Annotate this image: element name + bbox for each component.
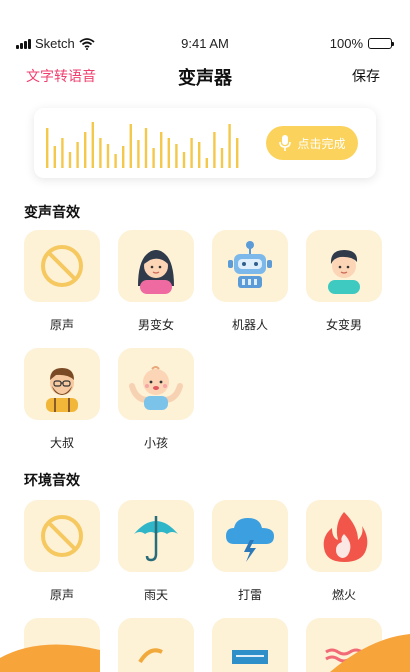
finish-recording-button[interactable]: 点击完成 — [266, 126, 358, 160]
effect-label: 大叔 — [49, 436, 74, 450]
baby-icon — [129, 366, 183, 410]
battery: 100% — [329, 36, 394, 51]
waveform-bar — [129, 124, 132, 168]
waveform-bar — [99, 138, 102, 168]
effect-tile-uncle[interactable]: 大叔 — [24, 348, 100, 451]
waveform-bar — [228, 124, 231, 168]
effect-tile-box — [24, 500, 100, 572]
waveform-bar — [220, 148, 224, 168]
robot-icon — [228, 241, 272, 288]
waveform-bar — [114, 154, 117, 168]
ambient-tile-fire[interactable]: 燃火 — [306, 500, 382, 603]
man-icon — [328, 250, 360, 294]
waveform-bar — [190, 138, 193, 168]
waveform-bar — [68, 152, 72, 168]
no-effect-icon — [41, 245, 83, 287]
effect-label: 机器人 — [231, 318, 268, 332]
waveform-bar — [144, 128, 148, 168]
effect-label: 小孩 — [143, 436, 168, 450]
waveform-bar — [122, 146, 125, 168]
effect-tile-box — [118, 500, 194, 572]
effect-tile-box — [118, 230, 194, 302]
recorder-card: 点击完成 — [34, 108, 376, 178]
effect-tile-female-to-male[interactable]: 女变男 — [306, 230, 382, 333]
ambient-tile-thunder[interactable]: 打雷 — [212, 500, 288, 603]
effect-tile-box — [306, 230, 382, 302]
waveform-bar — [205, 158, 208, 168]
voice-effects-heading: 变声音效 — [24, 204, 80, 220]
waveform-bar — [46, 128, 49, 168]
effect-label: 燃火 — [331, 588, 356, 602]
no-effect-icon — [41, 515, 83, 557]
page-title: 变声器 — [178, 68, 232, 88]
effect-label: 男变女 — [137, 318, 174, 332]
waveform-bar — [76, 142, 79, 168]
effect-tile-original[interactable]: 原声 — [24, 230, 100, 333]
ambient-tile-original[interactable]: 原声 — [24, 500, 100, 603]
uncle-icon — [46, 368, 78, 412]
bottom-wave-decoration — [0, 634, 410, 672]
fire-icon — [323, 512, 368, 562]
effect-label: 打雷 — [237, 588, 262, 602]
finish-recording-label: 点击完成 — [297, 136, 346, 151]
effect-tile-box — [118, 348, 194, 420]
microphone-icon — [279, 135, 292, 151]
effect-label: 女变男 — [325, 318, 362, 332]
status-bar: Sketch 9:41 AM 100% — [0, 0, 410, 51]
waveform-bar — [236, 138, 239, 168]
thunder-cloud-icon — [226, 518, 274, 562]
waveform-bar — [198, 142, 201, 168]
effect-tile-child[interactable]: 小孩 — [118, 348, 194, 451]
effect-tile-male-to-female[interactable]: 男变女 — [118, 230, 194, 333]
waveform-bar — [152, 148, 155, 168]
waveform-bar — [106, 144, 110, 168]
effect-tile-robot[interactable]: 机器人 — [212, 230, 288, 333]
woman-icon — [138, 250, 174, 294]
waveform-bar — [53, 146, 56, 168]
save-button[interactable]: 保存 — [352, 66, 380, 86]
waveform-bar — [167, 138, 170, 168]
waveform-bar — [175, 144, 178, 168]
effect-tile-box — [212, 230, 288, 302]
waveform-bar — [61, 138, 64, 168]
effect-label: 原声 — [49, 318, 74, 332]
battery-percent: 100% — [329, 36, 363, 51]
effect-tile-box — [24, 230, 100, 302]
waveform — [46, 122, 239, 168]
battery-icon — [368, 38, 394, 49]
waveform-bar — [84, 132, 87, 168]
effect-tile-box — [212, 500, 288, 572]
ambient-tile-rain[interactable]: 雨天 — [118, 500, 194, 603]
waveform-bar — [91, 122, 94, 168]
ambient-effects-heading: 环境音效 — [24, 472, 80, 488]
effect-label: 原声 — [49, 588, 74, 602]
effect-tile-box — [24, 348, 100, 420]
waveform-bar — [160, 132, 163, 168]
effect-label: 雨天 — [143, 588, 168, 602]
waveform-bar — [182, 152, 186, 168]
waveform-bar — [213, 132, 216, 168]
umbrella-icon — [134, 516, 178, 562]
waveform-bar — [137, 140, 140, 168]
effect-tile-box — [306, 500, 382, 572]
